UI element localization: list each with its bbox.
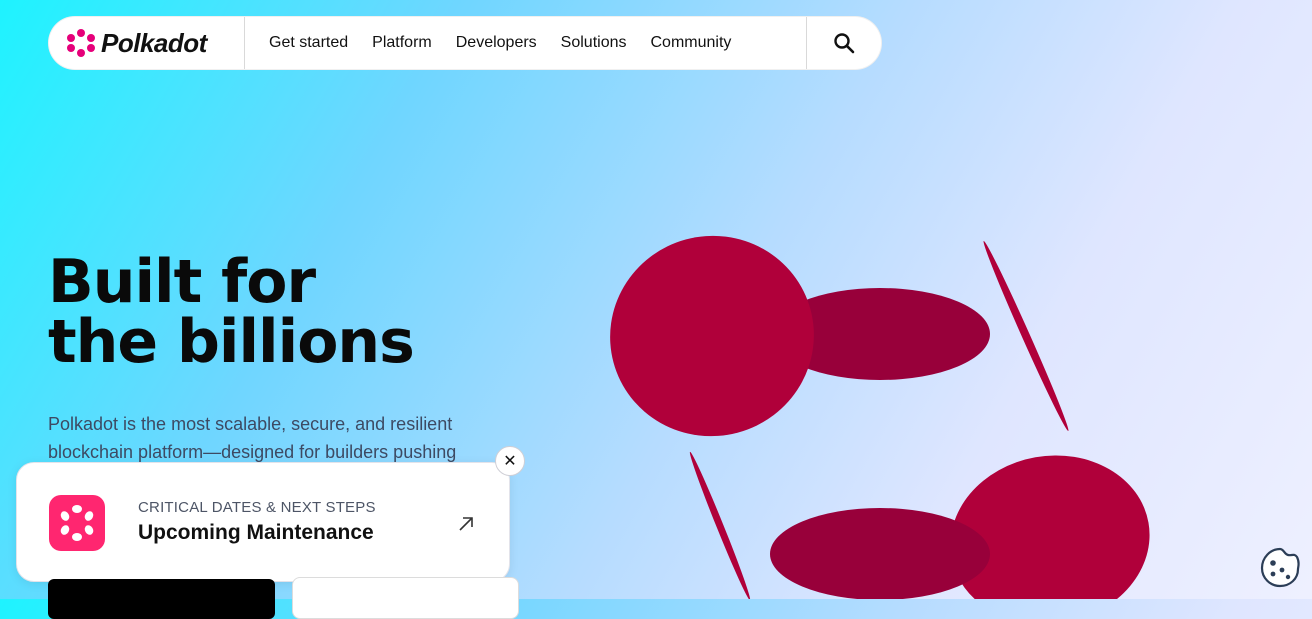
nav-developers[interactable]: Developers [456,34,537,52]
banner-kicker: CRITICAL DATES & NEXT STEPS [138,499,376,516]
hero-illustration [610,235,1150,599]
banner-title: Upcoming Maintenance [138,521,374,544]
primary-cta-button[interactable] [48,579,275,619]
secondary-cta-button[interactable] [292,577,519,619]
polkadot-logo-icon [67,29,95,57]
nav-platform[interactable]: Platform [372,34,432,52]
disc-edge-right [983,240,1069,432]
hero-title-line1: Built for [48,247,316,317]
search-button[interactable] [807,17,881,69]
disc-edge-left [689,451,751,599]
nav-solutions[interactable]: Solutions [561,34,627,52]
top-navigation: Polkadot Get started Platform Developers… [48,16,882,70]
polkadot-logo-icon [49,495,105,551]
brand-logo-link[interactable]: Polkadot [49,17,245,69]
hero-subtitle: Polkadot is the most scalable, secure, a… [48,414,457,462]
close-icon: ✕ [503,453,517,470]
disc-back-bottom [770,508,990,599]
brand-name: Polkadot [101,27,207,58]
nav-get-started[interactable]: Get started [269,34,348,52]
arrow-up-right-icon[interactable] [457,515,475,533]
disc-front-top [610,235,814,437]
banner-close-button[interactable]: ✕ [495,446,525,476]
cookie-icon[interactable] [1258,545,1302,589]
main-menu: Get started Platform Developers Solution… [245,17,807,69]
nav-community[interactable]: Community [651,34,732,52]
search-icon [834,33,855,54]
hero-title-line2: the billions [48,307,415,377]
hero-title: Built for the billions [48,247,415,377]
maintenance-banner[interactable]: CRITICAL DATES & NEXT STEPS Upcoming Mai… [16,462,510,582]
